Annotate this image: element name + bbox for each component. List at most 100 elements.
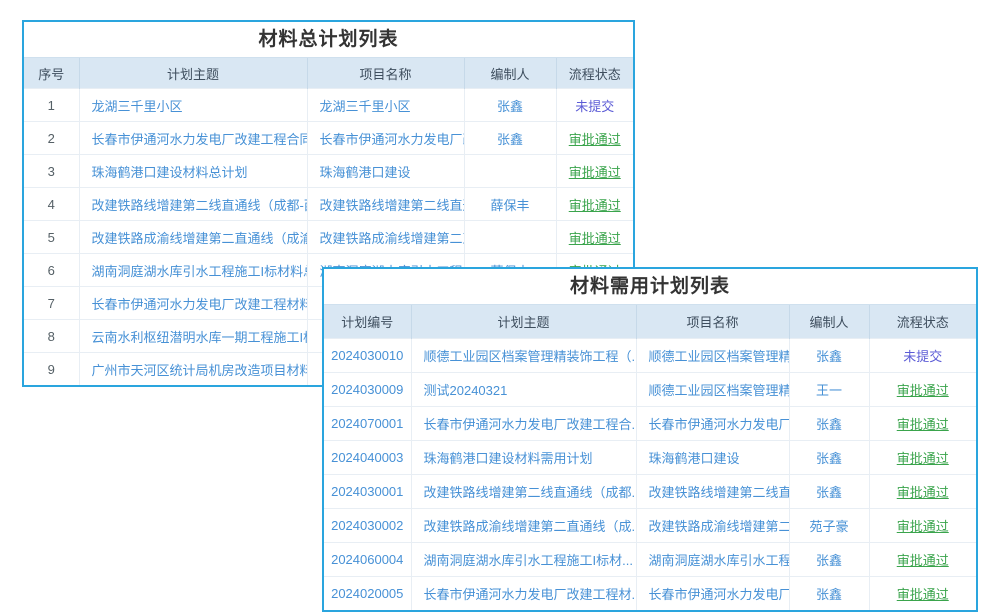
status-cell[interactable]: 审批通过 [869, 509, 976, 543]
serial-cell: 8 [24, 320, 79, 353]
editor-cell[interactable]: 苑子豪 [789, 509, 869, 543]
plan-code-cell[interactable]: 2024020005 [324, 577, 411, 611]
project-cell[interactable]: 改建铁路成渝线增建第二直通线... [307, 221, 464, 254]
total-plan-title: 材料总计划列表 [24, 22, 633, 57]
table-row: 2长春市伊通河水力发电厂改建工程合同材料...长春市伊通河水力发电厂改建工程张鑫… [24, 122, 633, 155]
editor-cell[interactable]: 王一 [789, 373, 869, 407]
subject-cell[interactable]: 云南水利枢纽潜明水库一期工程施工I标材料... [79, 320, 307, 353]
subject-cell[interactable]: 珠海鹤港口建设材料需用计划 [411, 441, 636, 475]
column-header-status: 流程状态 [869, 305, 976, 339]
project-cell[interactable]: 顺德工业园区档案管理精装饰工程（... [636, 373, 789, 407]
editor-cell[interactable]: 张鑫 [789, 407, 869, 441]
status-cell[interactable]: 审批通过 [869, 543, 976, 577]
table-row: 2024060004湖南洞庭湖水库引水工程施工I标材...湖南洞庭湖水库引水工程… [324, 543, 976, 577]
table-row: 2024040003珠海鹤港口建设材料需用计划珠海鹤港口建设张鑫审批通过 [324, 441, 976, 475]
serial-cell: 3 [24, 155, 79, 188]
table-row: 2024030002改建铁路成渝线增建第二直通线（成...改建铁路成渝线增建第二… [324, 509, 976, 543]
subject-cell[interactable]: 广州市天河区统计局机房改造项目材料总计划 [79, 353, 307, 386]
column-header-subject: 计划主题 [411, 305, 636, 339]
editor-cell[interactable]: 张鑫 [789, 441, 869, 475]
status-cell[interactable]: 审批通过 [556, 155, 633, 188]
demand-plan-header-row: 计划编号 计划主题 项目名称 编制人 流程状态 [324, 305, 976, 339]
column-header-editor: 编制人 [789, 305, 869, 339]
subject-cell[interactable]: 测试20240321 [411, 373, 636, 407]
status-cell[interactable]: 审批通过 [869, 475, 976, 509]
status-cell[interactable]: 审批通过 [556, 188, 633, 221]
status-cell[interactable]: 审批通过 [869, 577, 976, 611]
plan-code-cell[interactable]: 2024030002 [324, 509, 411, 543]
subject-cell[interactable]: 湖南洞庭湖水库引水工程施工I标材料总计划 [79, 254, 307, 287]
project-cell[interactable]: 长春市伊通河水力发电厂改建工程 [636, 577, 789, 611]
project-cell[interactable]: 珠海鹤港口建设 [636, 441, 789, 475]
table-row: 2024030001改建铁路线增建第二线直通线（成都...改建铁路线增建第二线直… [324, 475, 976, 509]
column-header-editor: 编制人 [464, 58, 556, 89]
project-cell[interactable]: 改建铁路线增建第二线直通线（成都... [636, 475, 789, 509]
subject-cell[interactable]: 顺德工业园区档案管理精装饰工程（... [411, 339, 636, 373]
subject-cell[interactable]: 改建铁路成渝线增建第二直通线（成... [411, 509, 636, 543]
plan-code-cell[interactable]: 2024040003 [324, 441, 411, 475]
subject-cell[interactable]: 改建铁路线增建第二线直通线（成都-西安）... [79, 188, 307, 221]
table-row: 4改建铁路线增建第二线直通线（成都-西安）...改建铁路线增建第二线直通线（..… [24, 188, 633, 221]
editor-cell[interactable]: 张鑫 [464, 89, 556, 122]
serial-cell: 7 [24, 287, 79, 320]
demand-plan-panel: 材料需用计划列表 计划编号 计划主题 项目名称 编制人 流程状态 2024030… [322, 267, 978, 612]
project-cell[interactable]: 湖南洞庭湖水库引水工程施工I标 [636, 543, 789, 577]
subject-cell[interactable]: 改建铁路成渝线增建第二直通线（成渝枢纽... [79, 221, 307, 254]
editor-cell[interactable]: 张鑫 [789, 475, 869, 509]
column-header-project: 项目名称 [307, 58, 464, 89]
table-row: 2024030009测试20240321顺德工业园区档案管理精装饰工程（...王… [324, 373, 976, 407]
status-cell[interactable]: 未提交 [869, 339, 976, 373]
project-cell[interactable]: 改建铁路成渝线增建第二直通线（成... [636, 509, 789, 543]
subject-cell[interactable]: 长春市伊通河水力发电厂改建工程材料总计划 [79, 287, 307, 320]
project-cell[interactable]: 顺德工业园区档案管理精装饰工程（... [636, 339, 789, 373]
subject-cell[interactable]: 长春市伊通河水力发电厂改建工程材... [411, 577, 636, 611]
subject-cell[interactable]: 湖南洞庭湖水库引水工程施工I标材... [411, 543, 636, 577]
total-plan-header-row: 序号 计划主题 项目名称 编制人 流程状态 [24, 58, 633, 89]
status-cell[interactable]: 审批通过 [869, 407, 976, 441]
table-row: 2024070001长春市伊通河水力发电厂改建工程合...长春市伊通河水力发电厂… [324, 407, 976, 441]
column-header-status: 流程状态 [556, 58, 633, 89]
table-row: 3珠海鹤港口建设材料总计划珠海鹤港口建设 审批通过 [24, 155, 633, 188]
subject-cell[interactable]: 龙湖三千里小区 [79, 89, 307, 122]
project-cell[interactable]: 长春市伊通河水力发电厂改建工程 [636, 407, 789, 441]
table-row: 5改建铁路成渝线增建第二直通线（成渝枢纽...改建铁路成渝线增建第二直通线...… [24, 221, 633, 254]
status-cell[interactable]: 审批通过 [556, 221, 633, 254]
subject-cell[interactable]: 长春市伊通河水力发电厂改建工程合同材料... [79, 122, 307, 155]
column-header-serial: 序号 [24, 58, 79, 89]
table-row: 1龙湖三千里小区龙湖三千里小区张鑫未提交 [24, 89, 633, 122]
plan-code-cell[interactable]: 2024070001 [324, 407, 411, 441]
plan-code-cell[interactable]: 2024030001 [324, 475, 411, 509]
status-cell[interactable]: 未提交 [556, 89, 633, 122]
editor-cell[interactable]: 薛保丰 [464, 188, 556, 221]
status-cell[interactable]: 审批通过 [556, 122, 633, 155]
editor-cell[interactable]: 张鑫 [464, 122, 556, 155]
status-cell[interactable]: 审批通过 [869, 373, 976, 407]
project-cell[interactable]: 龙湖三千里小区 [307, 89, 464, 122]
subject-cell[interactable]: 改建铁路线增建第二线直通线（成都... [411, 475, 636, 509]
subject-cell[interactable]: 长春市伊通河水力发电厂改建工程合... [411, 407, 636, 441]
demand-plan-title: 材料需用计划列表 [324, 269, 976, 304]
table-row: 2024030010顺德工业园区档案管理精装饰工程（...顺德工业园区档案管理精… [324, 339, 976, 373]
serial-cell: 4 [24, 188, 79, 221]
demand-plan-table: 计划编号 计划主题 项目名称 编制人 流程状态 2024030010顺德工业园区… [324, 304, 976, 610]
serial-cell: 1 [24, 89, 79, 122]
editor-cell[interactable]: 张鑫 [789, 339, 869, 373]
column-header-project: 项目名称 [636, 305, 789, 339]
project-cell[interactable]: 长春市伊通河水力发电厂改建工程 [307, 122, 464, 155]
project-cell[interactable]: 珠海鹤港口建设 [307, 155, 464, 188]
serial-cell: 6 [24, 254, 79, 287]
plan-code-cell[interactable]: 2024030010 [324, 339, 411, 373]
plan-code-cell[interactable]: 2024060004 [324, 543, 411, 577]
status-cell[interactable]: 审批通过 [869, 441, 976, 475]
subject-cell[interactable]: 珠海鹤港口建设材料总计划 [79, 155, 307, 188]
serial-cell: 2 [24, 122, 79, 155]
editor-cell [464, 221, 556, 254]
editor-cell[interactable]: 张鑫 [789, 577, 869, 611]
editor-cell[interactable]: 张鑫 [789, 543, 869, 577]
column-header-subject: 计划主题 [79, 58, 307, 89]
project-cell[interactable]: 改建铁路线增建第二线直通线（... [307, 188, 464, 221]
plan-code-cell[interactable]: 2024030009 [324, 373, 411, 407]
column-header-plan-code: 计划编号 [324, 305, 411, 339]
serial-cell: 5 [24, 221, 79, 254]
serial-cell: 9 [24, 353, 79, 386]
